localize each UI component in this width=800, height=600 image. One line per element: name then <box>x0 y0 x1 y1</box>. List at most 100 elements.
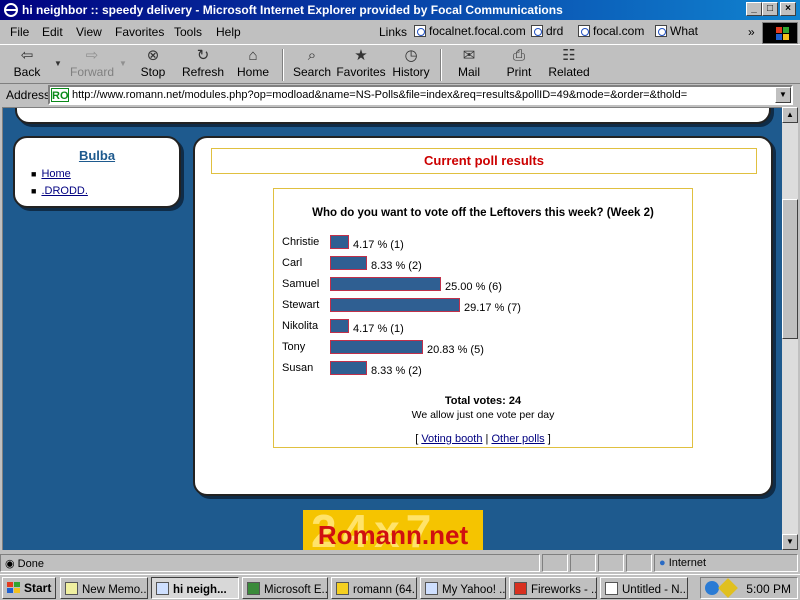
history-button[interactable]: ◷ History <box>390 47 432 83</box>
menu-favorites[interactable]: Favorites <box>115 25 164 39</box>
task-untitled-notepad[interactable]: Untitled - N... <box>600 577 688 599</box>
windows-flag-icon <box>7 582 21 594</box>
favorites-button[interactable]: ★ Favorites <box>336 47 386 83</box>
related-icon: ☷ <box>562 47 576 64</box>
internet-explorer-icon <box>425 582 438 595</box>
romann-banner[interactable]: 24x7 Romann.net <box>303 510 483 550</box>
menu-help[interactable]: Help <box>216 25 241 39</box>
nav-link-home[interactable]: Home <box>41 168 70 180</box>
address-input[interactable]: RO http://www.romann.net/modules.php?op=… <box>48 85 793 105</box>
menu-edit[interactable]: Edit <box>42 25 63 39</box>
menu-file[interactable]: File <box>10 25 29 39</box>
scroll-up-icon[interactable]: ▲ <box>782 107 798 123</box>
refresh-icon: ↻ <box>196 47 210 64</box>
poll-option-row: Carl 8.33 % (2) <box>282 256 682 272</box>
vertical-scrollbar[interactable]: ▲ ▼ <box>782 107 798 550</box>
close-button[interactable]: × <box>780 2 796 16</box>
back-arrow-icon: ⇦ <box>20 47 34 64</box>
poll-option-row: Tony 20.83 % (5) <box>282 340 682 356</box>
link-focalnet[interactable]: focalnet.focal.com <box>414 24 526 41</box>
link-focal[interactable]: focal.com <box>578 24 644 41</box>
back-dropdown-icon[interactable]: ▼ <box>54 59 62 68</box>
task-romann[interactable]: romann (64... <box>331 577 417 599</box>
poll-option-percent: 29.17 % (7) <box>464 302 521 314</box>
status-pane-empty <box>626 554 652 572</box>
address-dropdown-icon[interactable]: ▼ <box>775 87 791 103</box>
scroll-thumb[interactable] <box>782 199 798 339</box>
page-viewport: Bulba ■ Home ■ .DRODD. Current poll result… <box>2 107 782 550</box>
poll-header: Current poll results <box>211 148 757 174</box>
search-button[interactable]: ⌕ Search <box>290 47 334 83</box>
minimize-button[interactable]: _ <box>746 2 762 16</box>
other-polls-link[interactable]: Other polls <box>491 433 544 445</box>
back-button[interactable]: ⇦ Back <box>6 47 48 83</box>
poll-result-bar <box>330 340 423 354</box>
network-icon[interactable] <box>705 581 719 595</box>
address-url[interactable]: http://www.romann.net/modules.php?op=mod… <box>72 89 687 101</box>
print-button[interactable]: ⎙ Print <box>500 47 538 83</box>
poll-option-percent: 8.33 % (2) <box>371 365 422 377</box>
site-favicon-icon: RO <box>51 88 69 102</box>
status-pane-empty <box>570 554 596 572</box>
voting-booth-link[interactable]: Voting booth <box>421 433 482 445</box>
system-tray: 5:00 PM <box>700 577 798 599</box>
standard-toolbar: ⇦ Back ▼ ⇨ Forward ▼ ⊗ Stop ↻ Refresh ⌂ … <box>0 44 800 84</box>
menu-view[interactable]: View <box>76 25 102 39</box>
windows-logo-icon <box>762 22 798 44</box>
poll-option-name: Nikolita <box>282 320 319 332</box>
task-fireworks[interactable]: Fireworks - ... <box>509 577 597 599</box>
internet-explorer-icon <box>156 582 169 595</box>
tray-app-icon[interactable] <box>718 578 738 598</box>
poll-option-percent: 25.00 % (6) <box>445 281 502 293</box>
status-pane-empty <box>598 554 624 572</box>
stop-button[interactable]: ⊗ Stop <box>134 47 172 83</box>
menu-tools[interactable]: Tools <box>174 25 202 39</box>
start-button[interactable]: Start <box>2 577 56 599</box>
page-done-icon: ◉ <box>5 558 18 570</box>
nav-link-drodd[interactable]: .DRODD. <box>41 185 87 197</box>
bracket-close: ] <box>547 433 551 445</box>
links-chevron-icon[interactable]: » <box>748 25 755 39</box>
task-microsoft-excel[interactable]: Microsoft E... <box>242 577 328 599</box>
scroll-down-icon[interactable]: ▼ <box>782 534 798 550</box>
poll-result-bar <box>330 235 349 249</box>
title-bar: hi neighbor :: speedy delivery - Microso… <box>0 0 800 20</box>
home-button[interactable]: ⌂ Home <box>234 47 272 83</box>
forward-dropdown-icon[interactable]: ▼ <box>119 59 127 68</box>
address-label: Address <box>6 88 51 102</box>
poll-option-percent: 8.33 % (2) <box>371 260 422 272</box>
top-panel <box>15 108 771 124</box>
poll-question: Who do you want to vote off the Leftover… <box>312 207 654 219</box>
window-title: hi neighbor :: speedy delivery - Microso… <box>22 3 563 17</box>
nav-item-home: ■ Home <box>31 168 71 180</box>
task-my-yahoo[interactable]: My Yahoo! ... <box>420 577 506 599</box>
maximize-button[interactable]: □ <box>762 2 778 16</box>
task-hi-neighbor[interactable]: hi neigh... <box>151 577 239 599</box>
related-button[interactable]: ☷ Related <box>546 47 592 83</box>
poll-panel: Current poll results Who do you want to … <box>193 136 773 496</box>
chat-icon <box>336 582 349 595</box>
forward-arrow-icon: ⇨ <box>85 47 99 64</box>
bracket-open: [ <box>415 433 419 445</box>
clock: 5:00 PM <box>746 582 791 596</box>
taskbar: Start New Memo... hi neigh... Microsoft … <box>0 574 800 600</box>
poll-option-percent: 4.17 % (1) <box>353 323 404 335</box>
poll-option-name: Susan <box>282 362 314 374</box>
internet-explorer-icon <box>4 3 18 17</box>
links-label: Links <box>379 25 408 39</box>
task-new-memo[interactable]: New Memo... <box>60 577 148 599</box>
forward-button[interactable]: ⇨ Forward <box>66 47 118 83</box>
poll-option-name: Stewart <box>282 299 320 311</box>
status-pane: ◉ Done <box>0 554 540 572</box>
stop-icon: ⊗ <box>146 47 160 64</box>
refresh-button[interactable]: ↻ Refresh <box>180 47 226 83</box>
excel-icon <box>247 582 260 595</box>
poll-result-bar <box>330 319 349 333</box>
link-drd[interactable]: drd <box>531 24 563 41</box>
poll-option-name: Christie <box>282 236 320 248</box>
mail-button[interactable]: ✉ Mail <box>450 47 488 83</box>
search-icon: ⌕ <box>307 47 317 64</box>
link-what[interactable]: What <box>655 24 698 41</box>
bullet-icon: ■ <box>31 169 37 179</box>
poll-option-row: Christie 4.17 % (1) <box>282 235 682 251</box>
